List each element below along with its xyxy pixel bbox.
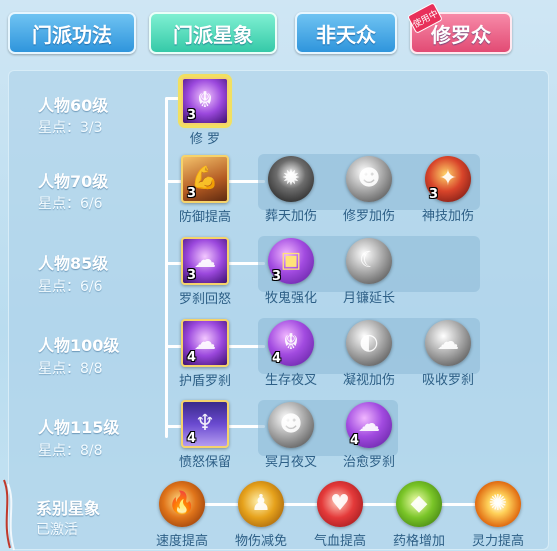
sun-burst-icon: ✺ — [475, 481, 521, 527]
skill-zangtian-dmg[interactable]: ✹ 葬天加伤 — [261, 156, 321, 224]
faction-label: 物伤减免 — [234, 534, 287, 549]
skill-level: 3 — [187, 268, 197, 283]
demon-head-icon: ☬ 3 — [181, 77, 229, 125]
star-count: 星点：6/6 — [38, 279, 103, 295]
arm-strength-icon: 💪 3 — [181, 155, 229, 203]
skill-label: 神技加伤 — [421, 209, 474, 224]
purple-heal-beast-icon: ☁ 4 — [346, 402, 392, 448]
skill-label: 护盾罗刹 — [178, 374, 231, 389]
skill-label: 修罗加伤 — [342, 209, 395, 224]
red-claw-icon: ✦ 3 — [425, 156, 471, 202]
tab-label: 修罗众 — [431, 22, 491, 47]
skill-label: 牧鬼强化 — [264, 291, 317, 306]
skill-shield-rakshasa[interactable]: ☁ 4 护盾罗刹 — [175, 319, 235, 389]
constellation-panel — [8, 70, 549, 550]
level-title: 人物100级 — [38, 336, 120, 355]
skill-label: 愤怒保留 — [178, 455, 231, 470]
star-count: 星点：8/8 — [38, 361, 103, 377]
skill-label: 治愈罗刹 — [342, 455, 395, 470]
purple-beast-icon: ☁ 3 — [181, 237, 229, 285]
tab-sect-constellation[interactable]: 门派星象 — [149, 12, 277, 54]
level-title: 人物60级 — [38, 96, 109, 115]
faction-hp-up[interactable]: ♥ 气血提高 — [310, 481, 370, 549]
crescent-gaze-icon: ◐ — [346, 320, 392, 366]
green-gem-icon: ◆ — [396, 481, 442, 527]
tab-feitian[interactable]: 非天众 — [295, 12, 397, 54]
skill-level: 4 — [187, 350, 197, 365]
level-title: 人物85级 — [38, 254, 109, 273]
grey-demon-icon: ☻ — [346, 156, 392, 202]
skill-defense-up[interactable]: 💪 3 防御提高 — [175, 155, 235, 225]
skill-xiuluo-dmg[interactable]: ☻ 修罗加伤 — [339, 156, 399, 224]
faction-speed-up[interactable]: 🔥 速度提高 — [152, 481, 212, 549]
level-title: 人物70级 — [38, 172, 109, 191]
skill-xiuluo[interactable]: ☬ 3 修 罗 — [175, 77, 235, 147]
skill-label: 葬天加伤 — [264, 209, 317, 224]
dark-burst-icon: ✹ — [268, 156, 314, 202]
tab-label: 门派功法 — [32, 22, 112, 47]
skill-level: 3 — [187, 186, 197, 201]
flame-speed-icon: 🔥 — [159, 481, 205, 527]
skill-ghost-enhance[interactable]: ▣ 3 牧鬼强化 — [261, 238, 321, 306]
cloud-decoration — [0, 470, 30, 551]
faction-spirit-up[interactable]: ✺ 灵力提高 — [468, 481, 528, 549]
skill-absorb-rakshasa[interactable]: ☁ 吸收罗刹 — [418, 320, 478, 388]
star-count: 星点：8/8 — [38, 443, 103, 459]
skill-gaze-dmg[interactable]: ◐ 凝视加伤 — [339, 320, 399, 388]
skill-rakshasa-rage[interactable]: ☁ 3 罗刹回怒 — [175, 237, 235, 307]
golden-chest-icon: ▣ 3 — [268, 238, 314, 284]
golden-figure-icon: ♟ — [238, 481, 284, 527]
skill-label: 罗刹回怒 — [178, 292, 231, 307]
skill-level: 4 — [272, 351, 282, 366]
star-count: 星点：6/6 — [38, 196, 103, 212]
skill-label: 月镰延长 — [342, 291, 395, 306]
skill-rage-keep[interactable]: ♆ 4 愤怒保留 — [175, 400, 235, 470]
skill-level: 4 — [187, 431, 197, 446]
tab-bar: 门派功法 门派星象 非天众 修罗众 使用中 — [0, 0, 557, 62]
faction-title: 系别星象 — [36, 499, 101, 518]
skill-level: 3 — [187, 108, 197, 123]
heart-icon: ♥ — [317, 481, 363, 527]
star-count: 星点：3/3 — [38, 120, 103, 136]
skill-level: 3 — [429, 187, 439, 202]
faction-phys-reduce[interactable]: ♟ 物伤减免 — [231, 481, 291, 549]
faction-label: 灵力提高 — [471, 534, 524, 549]
skill-level: 3 — [272, 269, 282, 284]
faction-status: 已激活 — [36, 522, 78, 538]
tab-sect-skills[interactable]: 门派功法 — [8, 12, 136, 54]
level-title: 人物115级 — [38, 418, 120, 437]
skill-label: 凝视加伤 — [342, 373, 395, 388]
faction-label: 速度提高 — [155, 534, 208, 549]
skill-divine-dmg[interactable]: ✦ 3 神技加伤 — [418, 156, 478, 224]
moon-scythe-icon: ☾ — [346, 238, 392, 284]
tab-label: 非天众 — [316, 22, 376, 47]
skill-moon-scythe[interactable]: ☾ 月镰延长 — [339, 238, 399, 306]
skill-heal-rakshasa[interactable]: ☁ 4 治愈罗刹 — [339, 402, 399, 470]
skill-label: 修 罗 — [189, 132, 221, 147]
purple-demon-icon: ☬ 4 — [268, 320, 314, 366]
skill-level: 4 — [350, 433, 360, 448]
skill-label: 冥月夜叉 — [264, 455, 317, 470]
faction-label: 气血提高 — [313, 534, 366, 549]
skill-label: 吸收罗刹 — [421, 373, 474, 388]
purple-shield-beast-icon: ☁ 4 — [181, 319, 229, 367]
winged-demon-icon: ♆ 4 — [181, 400, 229, 448]
tree-connector — [165, 98, 168, 438]
skill-label: 防御提高 — [178, 210, 231, 225]
faction-label: 药格增加 — [392, 534, 445, 549]
tab-label: 门派星象 — [173, 22, 253, 47]
grey-beast-icon: ☁ — [425, 320, 471, 366]
grey-yaksha-icon: ☻ — [268, 402, 314, 448]
faction-potion-slots[interactable]: ◆ 药格增加 — [389, 481, 449, 549]
skill-survive-yaksha[interactable]: ☬ 4 生存夜叉 — [261, 320, 321, 388]
skill-label: 生存夜叉 — [264, 373, 317, 388]
skill-dark-moon-yaksha[interactable]: ☻ 冥月夜叉 — [261, 402, 321, 470]
